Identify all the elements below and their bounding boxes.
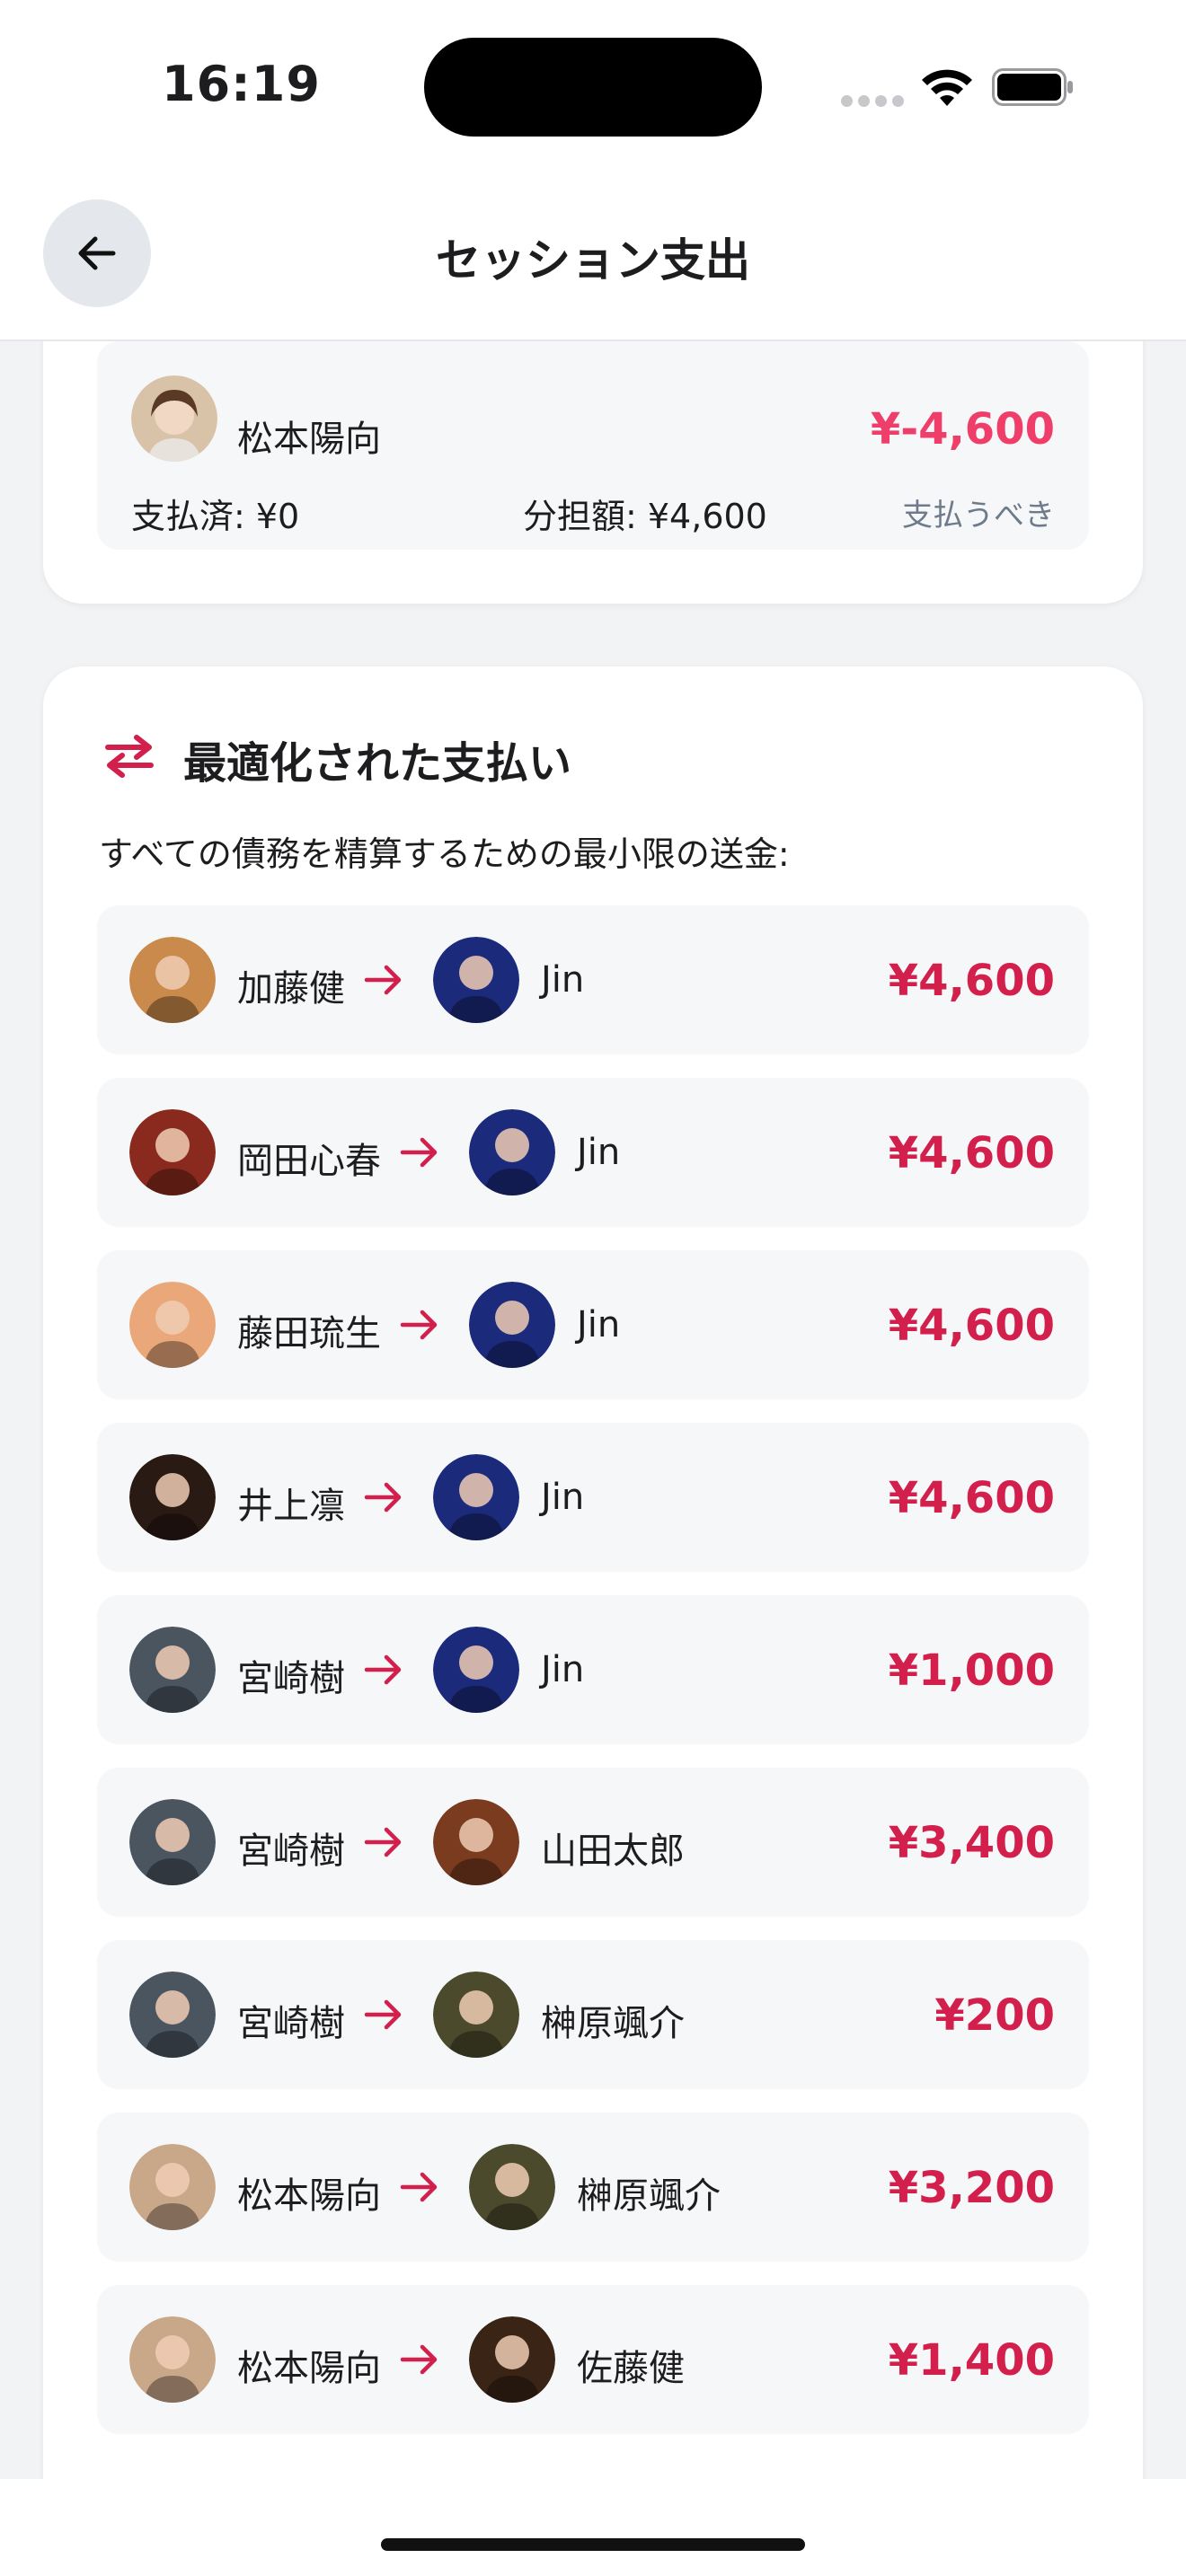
payer-avatar (129, 2316, 216, 2403)
payer-avatar (129, 1282, 216, 1368)
payer-name: 藤田琉生 (237, 1313, 381, 1354)
payment-row[interactable]: 岡田心春 Jin ¥4,600 (97, 1078, 1089, 1227)
payment-row[interactable]: 松本陽向 佐藤健 ¥1,400 (97, 2285, 1089, 2434)
arrow-right-icon (364, 1482, 402, 1513)
arrow-right-icon (364, 1999, 402, 2030)
payment-list: 加藤健 Jin ¥4,600 岡田心春 Jin ¥4,600 藤田琉生 Jin ¥4,600 井上… (97, 905, 1089, 2457)
arrow-right-icon (400, 1310, 438, 1340)
member-share: 分担額: ¥4,600 (523, 497, 767, 536)
payment-amount: ¥4,600 (888, 1473, 1055, 1523)
payment-amount: ¥1,000 (888, 1645, 1055, 1696)
status-bar: 16:19 (0, 0, 1186, 171)
payer-name: 宮崎樹 (237, 1658, 345, 1699)
member-balance-row: 松本陽向 ¥-4,600 支払済: ¥0 分担額: ¥4,600 支払うべき (97, 341, 1089, 550)
member-status: 支払うべき (902, 498, 1055, 534)
payee-avatar (469, 2144, 555, 2230)
payee-name: Jin (577, 1132, 621, 1173)
arrow-right-icon (400, 2344, 438, 2375)
payer-avatar (129, 1627, 216, 1713)
page-title: セッション支出 (436, 234, 750, 287)
member-name: 松本陽向 (237, 419, 381, 460)
payee-name: Jin (541, 959, 585, 1001)
dynamic-island (424, 38, 762, 137)
payment-row[interactable]: 藤田琉生 Jin ¥4,600 (97, 1250, 1089, 1399)
payer-name: 宮崎樹 (237, 2003, 345, 2044)
payment-amount: ¥200 (934, 1990, 1055, 2041)
arrow-right-icon (364, 1827, 402, 1857)
payer-avatar (129, 2144, 216, 2230)
payee-avatar (469, 1282, 555, 1368)
bottom-safe-area (0, 2479, 1186, 2576)
payee-avatar (433, 1799, 519, 1885)
payer-avatar (129, 1454, 216, 1540)
payer-avatar (129, 1972, 216, 2058)
arrow-right-icon (400, 2172, 438, 2202)
arrow-right-icon (364, 965, 402, 995)
payee-avatar (433, 937, 519, 1023)
optimized-payments-card: 最適化された支払い すべての債務を精算するための最小限の送金: 加藤健 Jin ¥4… (43, 666, 1143, 2479)
payer-name: 松本陽向 (237, 2348, 381, 2389)
navigation-bar: セッション支出 (0, 171, 1186, 341)
payee-name: 山田太郎 (541, 1831, 685, 1872)
payee-name: 榊原颯介 (577, 2175, 721, 2217)
cellular-signal-icon (841, 95, 904, 107)
payee-avatar (433, 1972, 519, 2058)
member-balances-card: 松本陽向 ¥-4,600 支払済: ¥0 分担額: ¥4,600 支払うべき (43, 341, 1143, 604)
scroll-content[interactable]: 松本陽向 ¥-4,600 支払済: ¥0 分担額: ¥4,600 支払うべき 最… (0, 341, 1186, 2479)
payment-amount: ¥4,600 (888, 1128, 1055, 1178)
member-paid: 支払済: ¥0 (131, 497, 300, 536)
arrow-right-icon (364, 1654, 402, 1685)
arrow-right-icon (400, 1137, 438, 1168)
payment-row[interactable]: 宮崎樹 Jin ¥1,000 (97, 1595, 1089, 1744)
payer-avatar (129, 937, 216, 1023)
payment-amount: ¥4,600 (888, 1301, 1055, 1351)
payee-avatar (433, 1627, 519, 1713)
payer-avatar (129, 1109, 216, 1195)
payment-amount: ¥1,400 (888, 2335, 1055, 2386)
section-description: すべての債務を精算するための最小限の送金: (99, 834, 790, 874)
section-title: 最適化された支払い (183, 738, 572, 789)
status-time: 16:19 (162, 56, 321, 112)
payer-name: 岡田心春 (237, 1141, 381, 1182)
payer-name: 宮崎樹 (237, 1831, 345, 1872)
payment-amount: ¥4,600 (888, 956, 1055, 1006)
payee-avatar (469, 2316, 555, 2403)
payee-name: Jin (541, 1649, 585, 1690)
payer-name: 松本陽向 (237, 2175, 381, 2217)
battery-icon (992, 68, 1073, 106)
payment-row[interactable]: 宮崎樹 榊原颯介 ¥200 (97, 1940, 1089, 2089)
payee-name: Jin (541, 1477, 585, 1518)
home-indicator[interactable] (381, 2538, 805, 2551)
payer-avatar (129, 1799, 216, 1885)
payee-avatar (433, 1454, 519, 1540)
payment-amount: ¥3,200 (888, 2163, 1055, 2213)
payee-name: 佐藤健 (577, 2348, 685, 2389)
wifi-icon (922, 69, 972, 106)
payee-avatar (469, 1109, 555, 1195)
swap-arrows-icon (105, 735, 154, 778)
payer-name: 加藤健 (237, 968, 345, 1010)
member-balance: ¥-4,600 (870, 404, 1055, 454)
payment-amount: ¥3,400 (888, 1818, 1055, 1868)
payer-name: 井上凛 (237, 1486, 345, 1527)
payee-name: Jin (577, 1304, 621, 1345)
payment-row[interactable]: 宮崎樹 山田太郎 ¥3,400 (97, 1768, 1089, 1917)
avatar (131, 375, 217, 462)
payment-row[interactable]: 松本陽向 榊原颯介 ¥3,200 (97, 2113, 1089, 2262)
payment-row[interactable]: 井上凛 Jin ¥4,600 (97, 1423, 1089, 1572)
payee-name: 榊原颯介 (541, 2003, 685, 2044)
payment-row[interactable]: 加藤健 Jin ¥4,600 (97, 905, 1089, 1054)
